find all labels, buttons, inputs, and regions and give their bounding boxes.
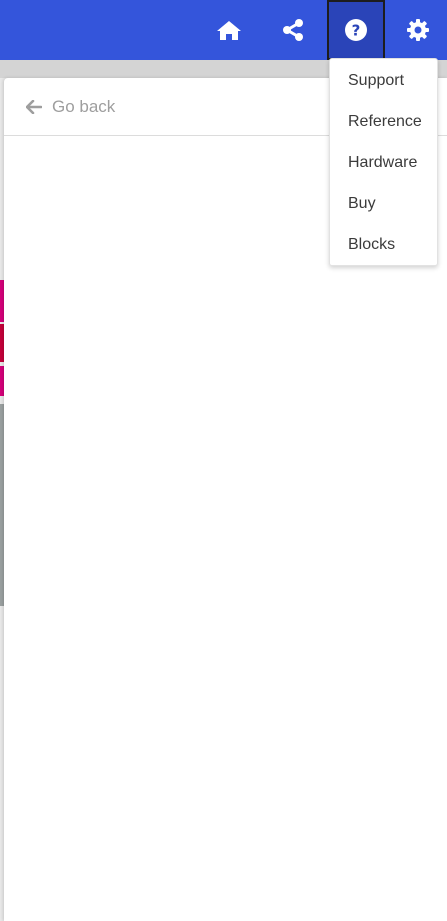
menu-item-buy[interactable]: Buy — [330, 183, 437, 224]
settings-button[interactable] — [389, 0, 447, 60]
svg-text:?: ? — [352, 22, 361, 40]
settings-icon — [407, 19, 429, 41]
go-back-button[interactable]: Go back — [26, 97, 115, 117]
share-icon — [283, 19, 303, 41]
help-dropdown-menu: Support Reference Hardware Buy Blocks — [329, 58, 438, 266]
menu-item-support[interactable]: Support — [330, 60, 437, 101]
home-button[interactable] — [200, 0, 258, 60]
help-icon: ? — [345, 19, 367, 41]
home-icon — [217, 21, 241, 40]
go-back-label: Go back — [52, 96, 116, 116]
menu-item-reference[interactable]: Reference — [330, 101, 437, 142]
help-button[interactable]: ? — [327, 0, 385, 60]
menu-item-blocks[interactable]: Blocks — [330, 224, 437, 265]
menu-item-hardware[interactable]: Hardware — [330, 142, 437, 183]
top-menu-bar: ? — [0, 0, 447, 60]
arrow-left-icon — [26, 99, 42, 114]
share-button[interactable] — [264, 0, 322, 60]
